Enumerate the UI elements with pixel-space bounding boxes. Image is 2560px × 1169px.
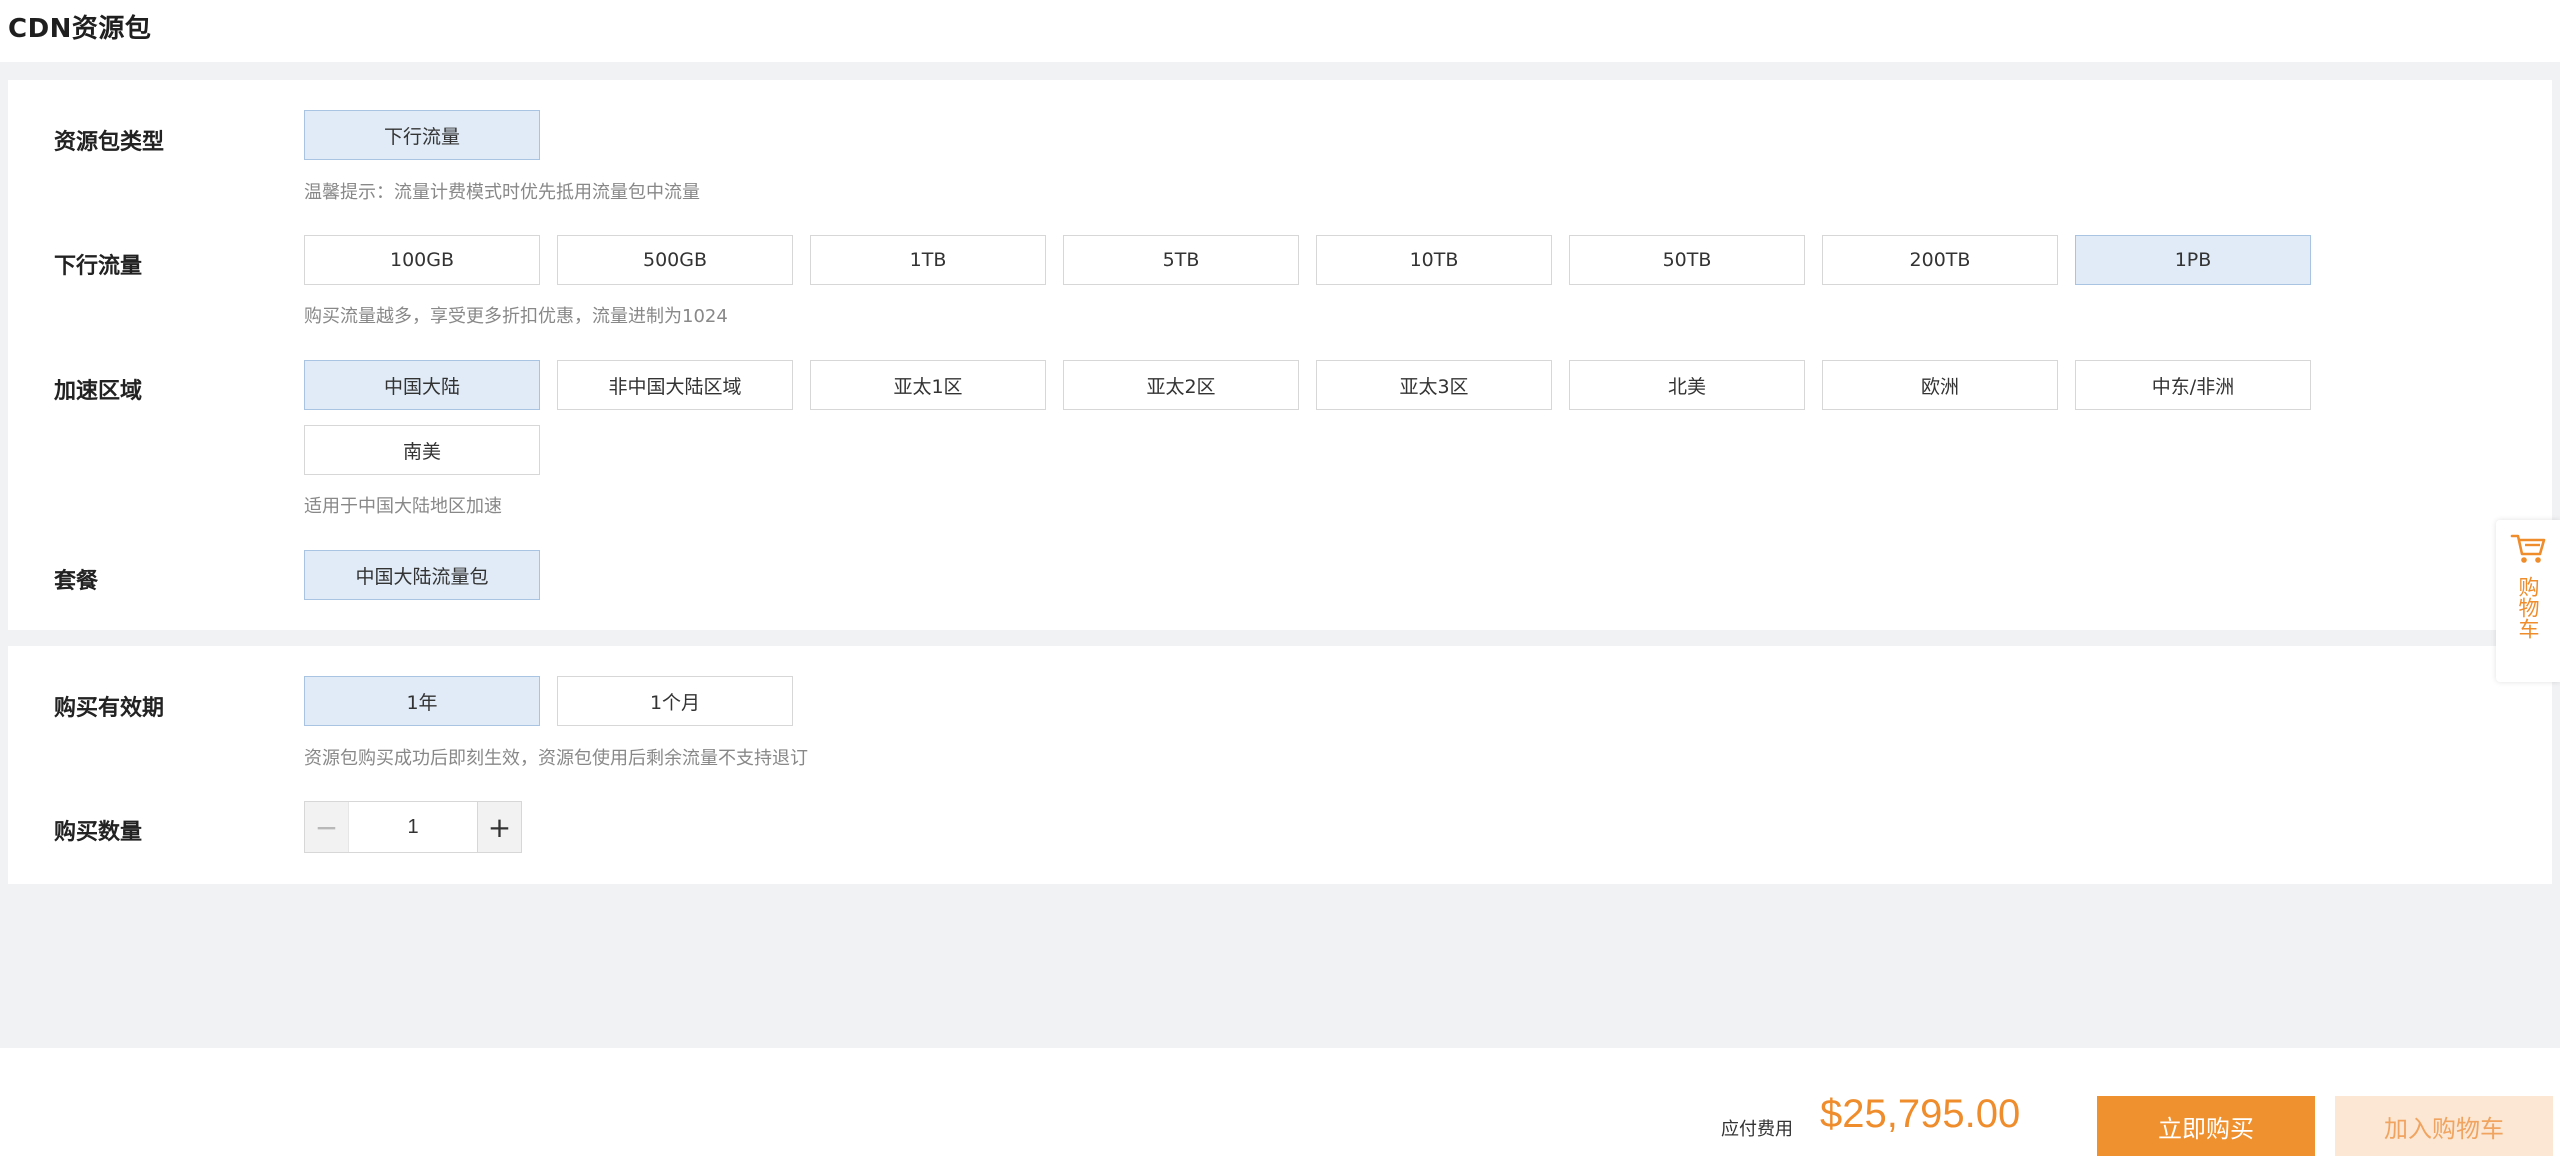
add-to-cart-button[interactable]: 加入购物车 bbox=[2335, 1096, 2553, 1156]
traffic-option-1tb[interactable]: 1TB bbox=[810, 235, 1046, 285]
package-type-hint: 温馨提示：流量计费模式时优先抵用流量包中流量 bbox=[304, 182, 700, 203]
traffic-option-100gb[interactable]: 100GB bbox=[304, 235, 540, 285]
purchase-panel: 购买有效期 1年 1个月 资源包购买成功后即刻生效，资源包使用后剩余流量不支持退… bbox=[8, 646, 2552, 884]
side-cart-button[interactable]: 购物车 bbox=[2496, 520, 2560, 682]
checkout-bar: 应付费用 $25,795.00 立即购买 加入购物车 bbox=[0, 1048, 2560, 1169]
region-label: 加速区域 bbox=[54, 379, 143, 404]
quantity-decrement-button[interactable]: − bbox=[305, 802, 349, 852]
region-option-north-america[interactable]: 北美 bbox=[1569, 360, 1805, 410]
plan-option-mainland-traffic[interactable]: 中国大陆流量包 bbox=[304, 550, 540, 600]
traffic-hint: 购买流量越多，享受更多折扣优惠，流量进制为1024 bbox=[304, 306, 728, 327]
buy-now-button[interactable]: 立即购买 bbox=[2097, 1096, 2315, 1156]
region-option-apac-2[interactable]: 亚太2区 bbox=[1063, 360, 1299, 410]
traffic-option-5tb[interactable]: 5TB bbox=[1063, 235, 1299, 285]
region-option-south-america[interactable]: 南美 bbox=[304, 425, 540, 475]
quantity-input[interactable] bbox=[349, 802, 477, 852]
page: CDN资源包 资源包类型 下行流量 温馨提示：流量计费模式时优先抵用流量包中流量… bbox=[0, 0, 2560, 1169]
region-option-middle-east-africa[interactable]: 中东/非洲 bbox=[2075, 360, 2311, 410]
validity-option-1-year[interactable]: 1年 bbox=[304, 676, 540, 726]
region-option-non-mainland[interactable]: 非中国大陆区域 bbox=[557, 360, 793, 410]
traffic-option-10tb[interactable]: 10TB bbox=[1316, 235, 1552, 285]
page-header: CDN资源包 bbox=[0, 0, 2560, 62]
quantity-stepper: − + bbox=[304, 801, 522, 853]
region-hint: 适用于中国大陆地区加速 bbox=[304, 496, 502, 517]
validity-option-1-month[interactable]: 1个月 bbox=[557, 676, 793, 726]
region-option-apac-3[interactable]: 亚太3区 bbox=[1316, 360, 1552, 410]
traffic-option-1pb[interactable]: 1PB bbox=[2075, 235, 2311, 285]
validity-label: 购买有效期 bbox=[54, 696, 165, 721]
traffic-label: 下行流量 bbox=[54, 254, 143, 279]
quantity-label: 购买数量 bbox=[54, 820, 143, 845]
plan-label: 套餐 bbox=[54, 569, 99, 594]
package-type-label: 资源包类型 bbox=[54, 130, 165, 155]
quantity-increment-button[interactable]: + bbox=[477, 802, 521, 852]
traffic-option-50tb[interactable]: 50TB bbox=[1569, 235, 1805, 285]
validity-hint: 资源包购买成功后即刻生效，资源包使用后剩余流量不支持退订 bbox=[304, 748, 808, 769]
traffic-option-200tb[interactable]: 200TB bbox=[1822, 235, 2058, 285]
page-title: CDN资源包 bbox=[8, 14, 152, 44]
region-option-apac-1[interactable]: 亚太1区 bbox=[810, 360, 1046, 410]
package-type-option-downlink[interactable]: 下行流量 bbox=[304, 110, 540, 160]
config-panel: 资源包类型 下行流量 温馨提示：流量计费模式时优先抵用流量包中流量 下行流量 1… bbox=[8, 80, 2552, 630]
cart-icon bbox=[2510, 530, 2546, 570]
region-option-europe[interactable]: 欧洲 bbox=[1822, 360, 2058, 410]
total-price: $25,795.00 bbox=[1820, 1092, 2021, 1136]
region-option-mainland-china[interactable]: 中国大陆 bbox=[304, 360, 540, 410]
traffic-option-500gb[interactable]: 500GB bbox=[557, 235, 793, 285]
side-cart-label: 购物车 bbox=[2516, 576, 2540, 639]
fee-label: 应付费用 bbox=[1721, 1119, 1793, 1140]
